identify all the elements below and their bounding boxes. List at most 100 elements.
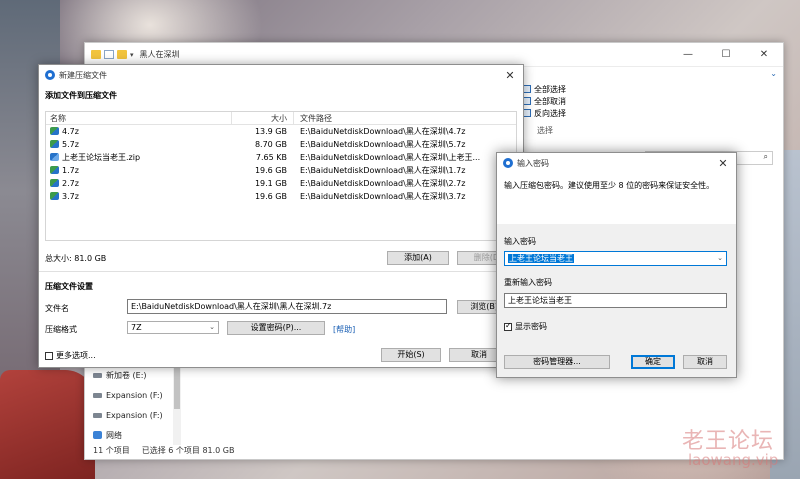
password-instruction: 输入压缩包密码。建议使用至少 8 位的密码来保证安全性。 (504, 181, 715, 190)
invert-selection-icon (523, 109, 531, 117)
file-row[interactable]: 上老王论坛当老王.zip 7.65 KB E:\BaiduNetdiskDown… (46, 151, 516, 164)
start-button[interactable]: 开始(S) (381, 348, 441, 362)
cancel-button[interactable]: 取消 (683, 355, 727, 369)
select-none-button[interactable]: 全部取消 (523, 95, 673, 107)
column-path[interactable]: 文件路径 (293, 112, 516, 124)
nav-item-label: 网络 (106, 430, 122, 440)
file-size: 7.65 KB (255, 153, 287, 162)
drive-icon (93, 392, 102, 398)
file-name: 5.7z (62, 140, 79, 149)
file-name: 3.7z (62, 192, 79, 201)
more-options-toggle[interactable]: 更多选项... (45, 350, 96, 361)
file-name: 2.7z (62, 179, 79, 188)
file-size: 19.6 GB (254, 192, 287, 201)
ribbon-expand-icon[interactable]: ⌄ (770, 69, 777, 78)
file-size: 19.6 GB (254, 166, 287, 175)
nav-item-drive-f[interactable]: Expansion (F:) (93, 385, 178, 405)
more-options-label: 更多选项... (56, 351, 96, 360)
nav-item-drive-e[interactable]: 新加卷 (E:) (93, 365, 178, 385)
nav-item-label: Expansion (F:) (106, 410, 163, 420)
file-row[interactable]: 4.7z 13.9 GB E:\BaiduNetdiskDownload\黑人在… (46, 125, 516, 138)
password-dialog-titlebar: 输入密码 ✕ (497, 153, 736, 173)
chevron-down-icon: ⌄ (209, 323, 215, 331)
file-row[interactable]: 2.7z 19.1 GB E:\BaiduNetdiskDownload\黑人在… (46, 177, 516, 190)
nav-item-label: 新加卷 (E:) (106, 370, 147, 380)
archive-7z-icon (50, 166, 59, 174)
show-password-label: 显示密码 (515, 322, 547, 331)
select-none-label: 全部取消 (534, 96, 566, 106)
status-bar: 11 个项目 已选择 6 个项目 81.0 GB (93, 443, 235, 457)
help-link[interactable]: [帮助] (333, 324, 355, 335)
file-row[interactable]: 3.7z 19.6 GB E:\BaiduNetdiskDownload\黑人在… (46, 190, 516, 203)
password-value: 上老王论坛当老王 (508, 254, 574, 263)
wallpaper-bag (0, 370, 95, 479)
close-button[interactable]: ✕ (710, 157, 736, 170)
archive-7z-icon (50, 179, 59, 187)
maximize-button[interactable]: ☐ (707, 49, 745, 60)
window-controls: — ☐ ✕ (669, 49, 783, 60)
column-name[interactable]: 名称 (46, 112, 231, 124)
confirm-password-label: 重新输入密码 (504, 278, 552, 287)
set-password-button[interactable]: 设置密码(P)... (227, 321, 325, 335)
add-button[interactable]: 添加(A) (387, 251, 449, 265)
chevron-down-icon[interactable]: ▾ (130, 51, 134, 59)
bandizip-icon (45, 70, 55, 80)
watermark-site: laowang.vip (688, 451, 779, 469)
archive-7z-icon (50, 127, 59, 135)
password-dialog: 输入密码 ✕ 输入压缩包密码。建议使用至少 8 位的密码来保证安全性。 输入密码… (496, 152, 737, 378)
folder-icon[interactable] (91, 50, 101, 59)
file-list[interactable]: 名称 大小 文件路径 4.7z 13.9 GB E:\BaiduNetdiskD… (45, 111, 517, 241)
add-files-heading: 添加文件到压缩文件 (45, 91, 117, 100)
invert-selection-label: 反向选择 (534, 108, 566, 118)
column-size[interactable]: 大小 (231, 112, 293, 124)
filename-input[interactable]: E:\BaiduNetdiskDownload\黑人在深圳\黑人在深圳.7z (127, 299, 447, 314)
filename-label: 文件名 (45, 304, 69, 313)
show-password-toggle[interactable]: 显示密码 (504, 321, 547, 332)
section-divider (39, 271, 523, 272)
nav-item-network[interactable]: 网络 (93, 425, 178, 445)
file-row[interactable]: 1.7z 19.6 GB E:\BaiduNetdiskDownload\黑人在… (46, 164, 516, 177)
close-button[interactable]: ✕ (497, 69, 523, 82)
file-row[interactable]: 5.7z 8.70 GB E:\BaiduNetdiskDownload\黑人在… (46, 138, 516, 151)
file-name: 4.7z (62, 127, 79, 136)
password-manager-button[interactable]: 密码管理器... (504, 355, 610, 369)
format-select[interactable]: 7Z ⌄ (127, 321, 219, 334)
file-size: 13.9 GB (254, 127, 287, 136)
file-path: E:\BaiduNetdiskDownload\黑人在深圳\1.7z (300, 166, 466, 175)
more-options-checkbox[interactable] (45, 351, 53, 360)
show-password-checkbox[interactable] (504, 321, 512, 331)
select-all-label: 全部选择 (534, 84, 566, 94)
archive-7z-icon (50, 192, 59, 200)
ribbon-select-group: 全部选择 全部取消 反向选择 选择 (523, 83, 673, 136)
close-button[interactable]: ✕ (745, 49, 783, 60)
new-archive-dialog: 新建压缩文件 ✕ 添加文件到压缩文件 名称 大小 文件路径 4.7z 13.9 … (38, 64, 524, 368)
list-header: 名称 大小 文件路径 (46, 112, 516, 125)
total-size: 总大小: 81.0 GB (45, 254, 107, 263)
file-size: 19.1 GB (254, 179, 287, 188)
dialog-title: 新建压缩文件 (59, 70, 107, 80)
quick-access-toolbar: ▾ (91, 50, 134, 59)
invert-selection-button[interactable]: 反向选择 (523, 107, 673, 119)
select-all-button[interactable]: 全部选择 (523, 83, 673, 95)
nav-item-drive-f-2[interactable]: Expansion (F:) (93, 405, 178, 425)
confirm-password-input[interactable]: 上老王论坛当老王 (504, 293, 727, 308)
new-folder-icon[interactable] (117, 50, 127, 59)
file-path: E:\BaiduNetdiskDownload\黑人在深圳\上老王... (300, 153, 481, 162)
selected-count: 已选择 6 个项目 81.0 GB (141, 445, 235, 455)
file-name: 1.7z (62, 166, 79, 175)
file-path: E:\BaiduNetdiskDownload\黑人在深圳\2.7z (300, 179, 466, 188)
password-input[interactable]: 上老王论坛当老王 ⌄ (504, 251, 727, 266)
file-path: E:\BaiduNetdiskDownload\黑人在深圳\5.7z (300, 140, 466, 149)
password-label: 输入密码 (504, 237, 536, 246)
properties-icon[interactable] (104, 50, 114, 59)
file-path: E:\BaiduNetdiskDownload\黑人在深圳\3.7z (300, 192, 466, 201)
explorer-title: 黑人在深圳 (139, 50, 180, 59)
chevron-down-icon[interactable]: ⌄ (717, 252, 723, 265)
network-icon (93, 431, 102, 439)
select-none-icon (523, 97, 531, 105)
dialog-titlebar: 新建压缩文件 ✕ (39, 65, 523, 85)
minimize-button[interactable]: — (669, 49, 707, 60)
ribbon-group-label: 选择 (537, 126, 553, 135)
format-label: 压缩格式 (45, 325, 77, 334)
ok-button[interactable]: 确定 (631, 355, 675, 369)
